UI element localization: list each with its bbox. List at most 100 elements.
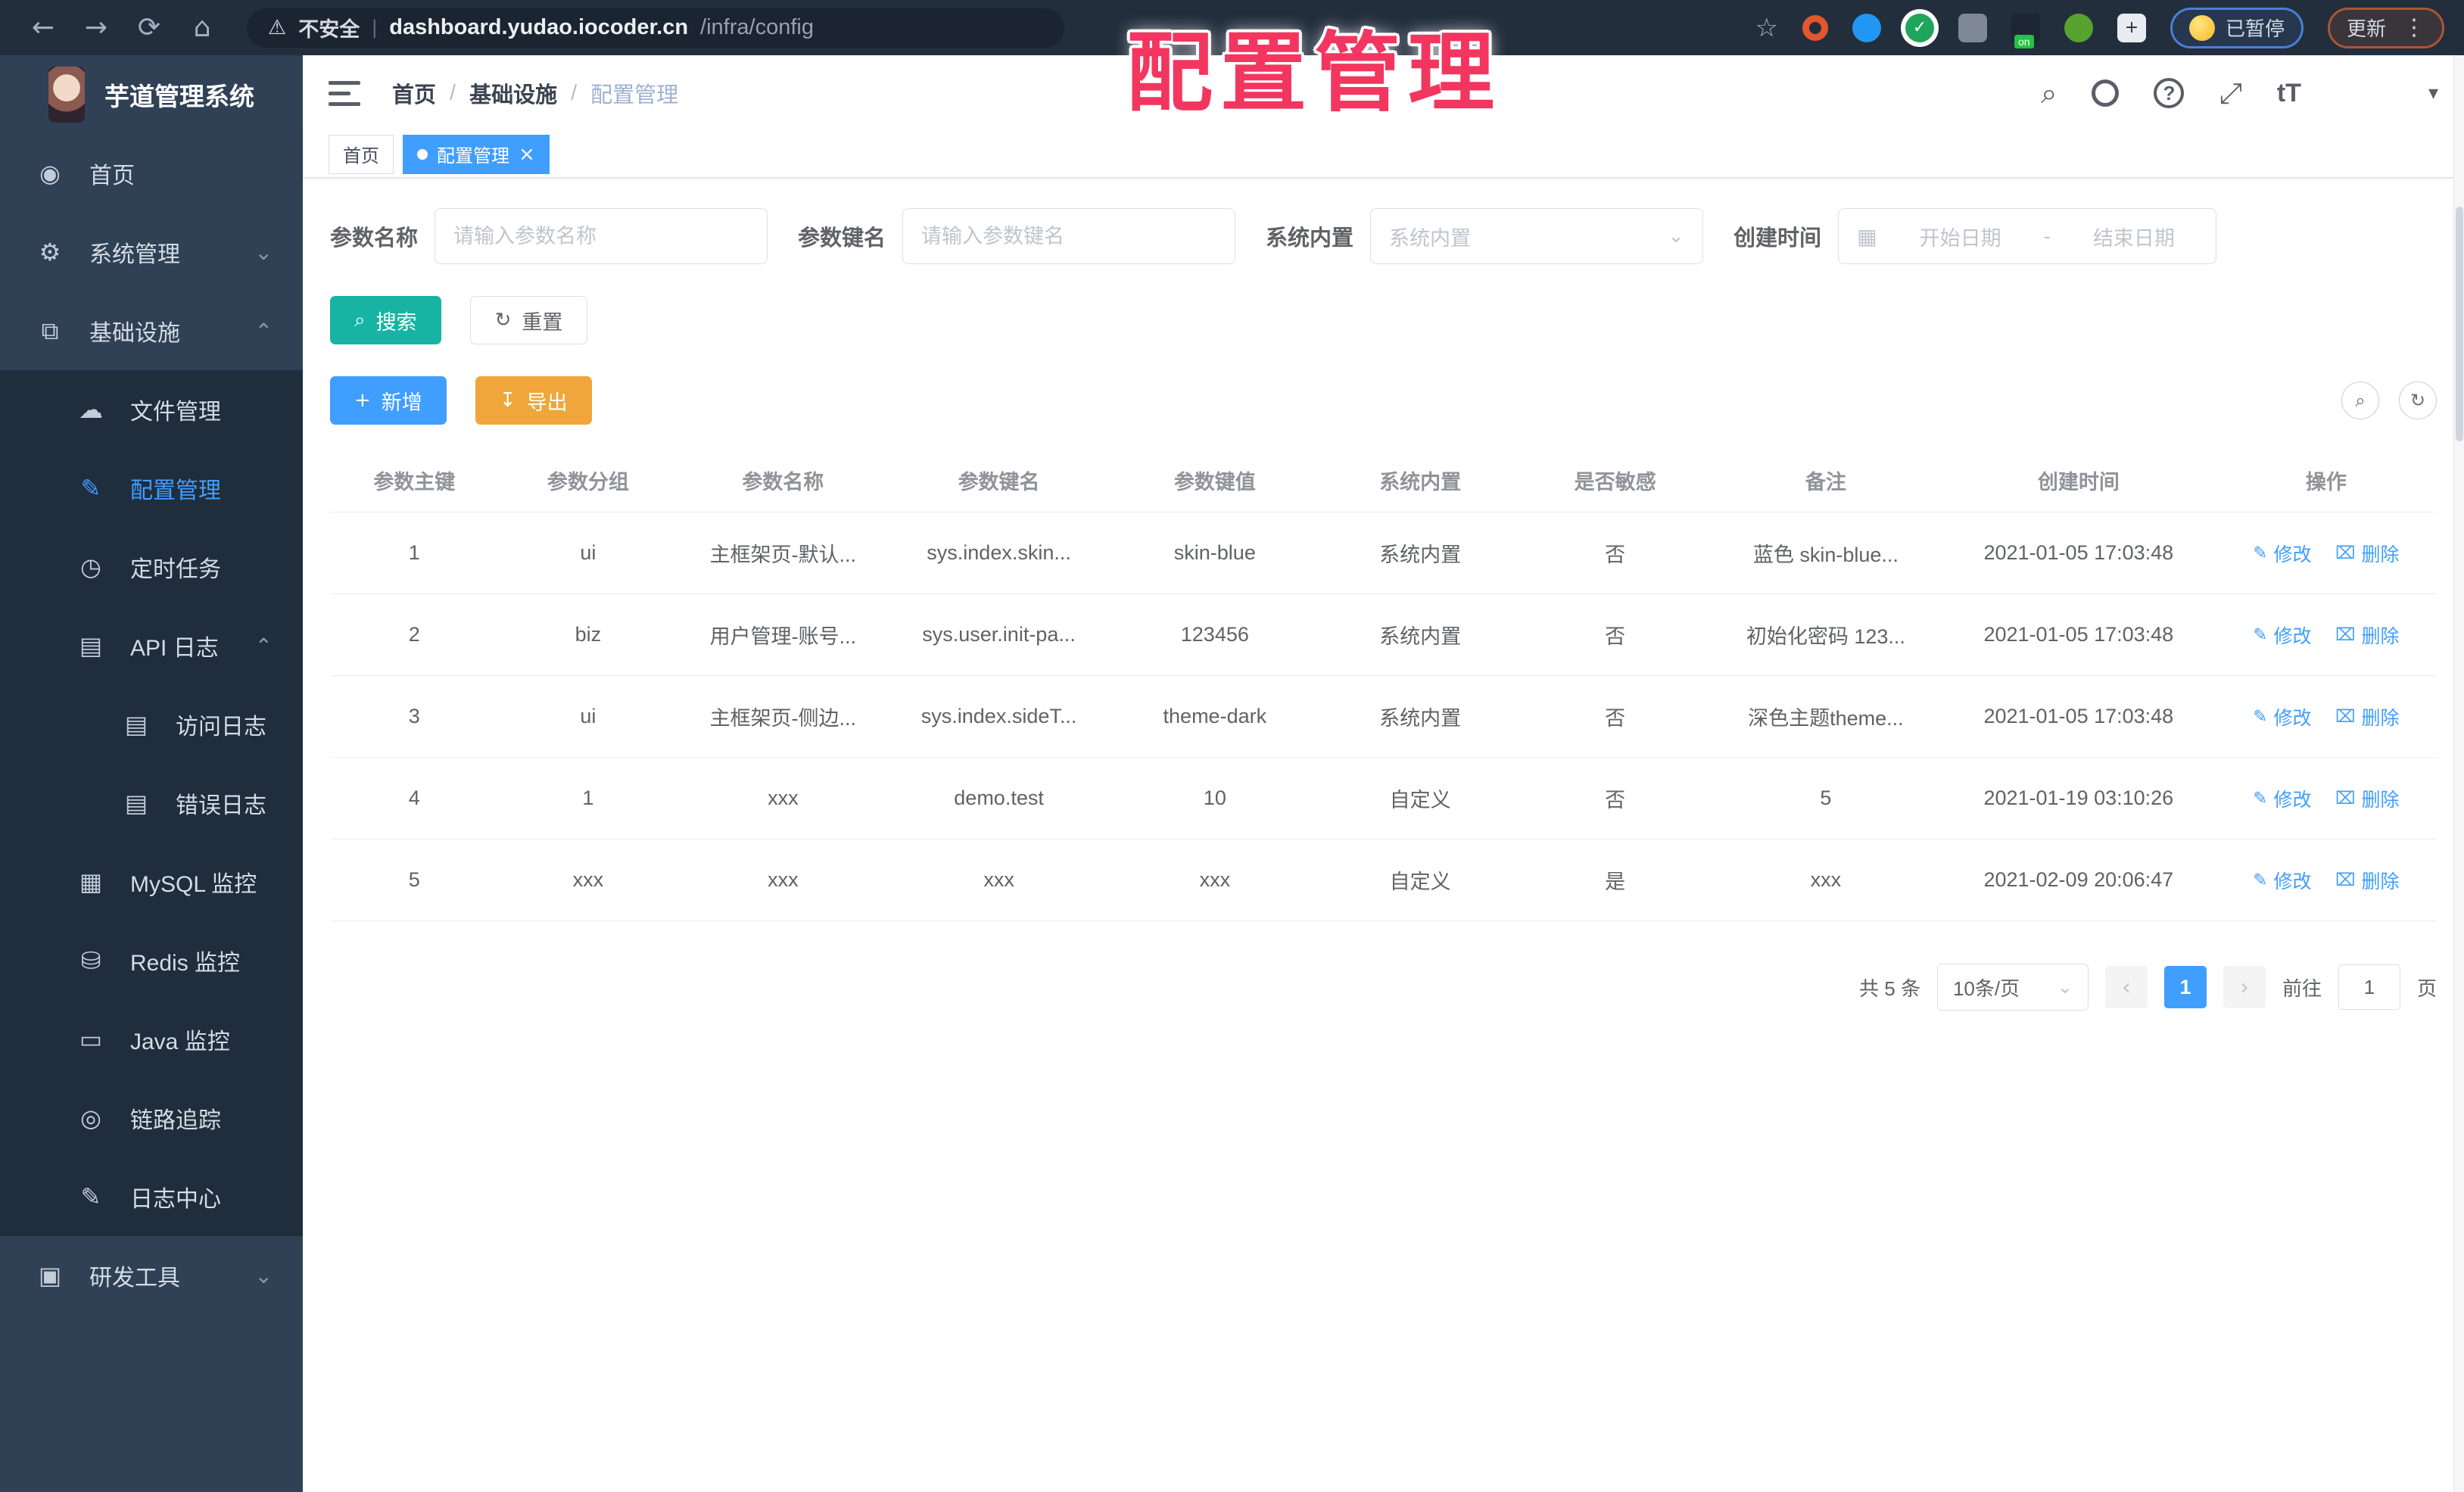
tab-config-management[interactable]: 配置管理 × — [403, 134, 550, 174]
security-label[interactable]: 不安全 — [298, 13, 360, 42]
fullscreen-icon[interactable]: ⤢ — [2219, 76, 2241, 111]
page-1-button[interactable]: 1 — [2163, 966, 2207, 1008]
sidebar-item-config-management[interactable]: ✎ 配置管理 — [0, 449, 303, 528]
page-size-select[interactable]: 10条/页 ⌄ — [1936, 964, 2089, 1011]
edit-link[interactable]: ✎ 修改 — [2253, 703, 2311, 730]
delete-link[interactable]: ⌧ 删除 — [2335, 867, 2400, 894]
monitor-icon: ⧉ — [41, 316, 59, 345]
puzzle-icon[interactable]: + — [2117, 13, 2146, 42]
caret-down-icon[interactable]: ▾ — [2428, 82, 2438, 104]
add-button[interactable]: + 新增 — [330, 376, 447, 425]
add-button-label: 新增 — [381, 391, 422, 414]
cloud-upload-icon: ☁ — [79, 395, 103, 424]
date-range-picker[interactable]: ▦ 开始日期 - 结束日期 — [1838, 208, 2217, 264]
extension-green-icon[interactable] — [2064, 13, 2093, 42]
sidebar-item-mysql-monitor[interactable]: ▦ MySQL 监控 — [0, 843, 303, 921]
back-icon[interactable]: ← — [20, 12, 67, 43]
edit-link[interactable]: ✎ 修改 — [2253, 785, 2311, 812]
sidebar-item-home[interactable]: ◉ 首页 — [0, 134, 303, 213]
param-name-input[interactable] — [435, 208, 768, 264]
cell: 2021-01-05 17:03:48 — [1941, 512, 2216, 594]
sidebar-item-scheduled-tasks[interactable]: ◷ 定时任务 — [0, 528, 303, 606]
refresh-table-button[interactable]: ↻ — [2399, 382, 2437, 419]
delete-link[interactable]: ⌧ 删除 — [2335, 785, 2400, 812]
address-bar[interactable]: ⚠ 不安全 | dashboard.yudao.iocoder.cn /infr… — [247, 8, 1064, 48]
sidebar-item-error-logs[interactable]: ▤ 错误日志 — [0, 764, 303, 843]
reload-icon[interactable]: ⟳ — [126, 12, 173, 43]
reset-button-label: 重置 — [522, 310, 563, 334]
export-button[interactable]: ↧ 导出 — [475, 376, 592, 425]
sidebar-item-dev-tools[interactable]: ▣ 研发工具 ⌄ — [0, 1236, 303, 1315]
cell: 2021-02-09 20:06:47 — [1941, 839, 2216, 921]
cell: 3 — [330, 675, 499, 758]
bookmark-star-icon[interactable]: ☆ — [1755, 13, 1777, 43]
url-path: /infra/config — [700, 15, 814, 39]
table-header-row: 参数主键 参数分组 参数名称 参数键名 参数键值 系统内置 是否敏感 备注 创建… — [330, 450, 2437, 512]
sidebar-item-log-center[interactable]: ✎ 日志中心 — [0, 1157, 303, 1236]
sidebar-item-redis-monitor[interactable]: ⛁ Redis 监控 — [0, 921, 303, 1000]
chevron-down-icon: ⌄ — [254, 239, 273, 265]
sidebar-item-system[interactable]: ⚙ 系统管理 ⌄ — [0, 213, 303, 291]
font-size-icon[interactable]: tT — [2277, 79, 2301, 108]
github-icon[interactable] — [2092, 79, 2120, 107]
paused-badge[interactable]: 已暂停 — [2170, 7, 2304, 48]
delete-link[interactable]: ⌧ 删除 — [2335, 621, 2400, 649]
avatar[interactable] — [2336, 64, 2394, 122]
cell: ui — [498, 512, 678, 594]
cell: sys.user.init-pa... — [888, 593, 1110, 676]
prev-page-button[interactable]: ‹ — [2104, 966, 2148, 1008]
cell: sys.index.sideT... — [888, 675, 1110, 758]
cell: 1 — [330, 512, 499, 594]
next-page-button[interactable]: › — [2223, 966, 2266, 1008]
edit-link[interactable]: ✎ 修改 — [2253, 867, 2311, 894]
param-name-label: 参数名称 — [330, 226, 419, 251]
menu-label: API 日志 — [130, 636, 219, 661]
tab-home[interactable]: 首页 — [329, 134, 394, 174]
breadcrumb-infrastructure[interactable]: 基础设施 — [469, 77, 557, 109]
system-builtin-select[interactable]: 系统内置 ⌄ — [1370, 208, 1704, 264]
menu-label: 首页 — [89, 164, 135, 188]
cell: theme-dark — [1109, 675, 1320, 758]
extension-grid-icon[interactable] — [1958, 13, 1987, 42]
hamburger-icon[interactable] — [329, 80, 360, 106]
cell: xxx — [888, 839, 1110, 921]
extension-orange-icon[interactable] — [1802, 14, 1828, 41]
sidebar-item-api-logs[interactable]: ▤ API 日志 ⌃ — [0, 606, 303, 685]
chevron-up-icon: ⌃ — [254, 318, 273, 344]
cell: 主框架页-侧边... — [678, 675, 889, 758]
extension-blue-icon[interactable] — [1852, 13, 1881, 42]
cell: 否 — [1520, 757, 1710, 839]
sidebar-item-file-management[interactable]: ☁ 文件管理 — [0, 370, 303, 449]
search-icon[interactable]: ⌕ — [2041, 76, 2057, 111]
goto-page-input[interactable] — [2338, 964, 2400, 1010]
app-logo[interactable]: 芋道管理系统 — [0, 55, 303, 134]
extension-check-icon[interactable]: ✓ — [1905, 13, 1934, 42]
edit-link[interactable]: ✎ 修改 — [2253, 621, 2311, 649]
menu-label: 基础设施 — [89, 321, 180, 346]
reset-button[interactable]: ↻ 重置 — [469, 296, 588, 344]
delete-link[interactable]: ⌧ 删除 — [2335, 703, 2400, 730]
search-button[interactable]: ⌕ 搜索 — [330, 296, 441, 344]
close-icon[interactable]: × — [519, 143, 535, 166]
update-button[interactable]: 更新 ⋮ — [2327, 7, 2444, 48]
sidebar-item-java-monitor[interactable]: ▭ Java 监控 — [0, 1000, 303, 1079]
browser-menu-icon[interactable]: ⋮ — [2403, 14, 2425, 41]
trash-icon: ⌧ — [2335, 870, 2356, 890]
param-key-input[interactable] — [902, 208, 1236, 264]
select-placeholder: 系统内置 — [1389, 226, 1472, 250]
sidebar-item-trace[interactable]: ◎ 链路追踪 — [0, 1079, 303, 1157]
sidebar-item-access-logs[interactable]: ▤ 访问日志 — [0, 685, 303, 764]
delete-link[interactable]: ⌧ 删除 — [2335, 540, 2400, 567]
scrollbar-thumb[interactable] — [2456, 207, 2463, 441]
help-icon[interactable]: ? — [2154, 78, 2185, 108]
extension-on-icon[interactable]: on — [2011, 13, 2040, 48]
forward-icon[interactable]: → — [73, 12, 120, 43]
edit-link[interactable]: ✎ 修改 — [2253, 540, 2311, 567]
breadcrumb-home[interactable]: 首页 — [392, 77, 436, 109]
home-icon[interactable]: ⌂ — [179, 12, 226, 43]
sidebar-item-infrastructure[interactable]: ⧉ 基础设施 ⌃ — [0, 291, 303, 370]
system-builtin-label: 系统内置 — [1266, 226, 1354, 251]
cell: 5 — [1709, 757, 1942, 839]
page-size-value: 10条/页 — [1952, 976, 2020, 1000]
toggle-search-button[interactable]: ⌕ — [2341, 382, 2379, 419]
